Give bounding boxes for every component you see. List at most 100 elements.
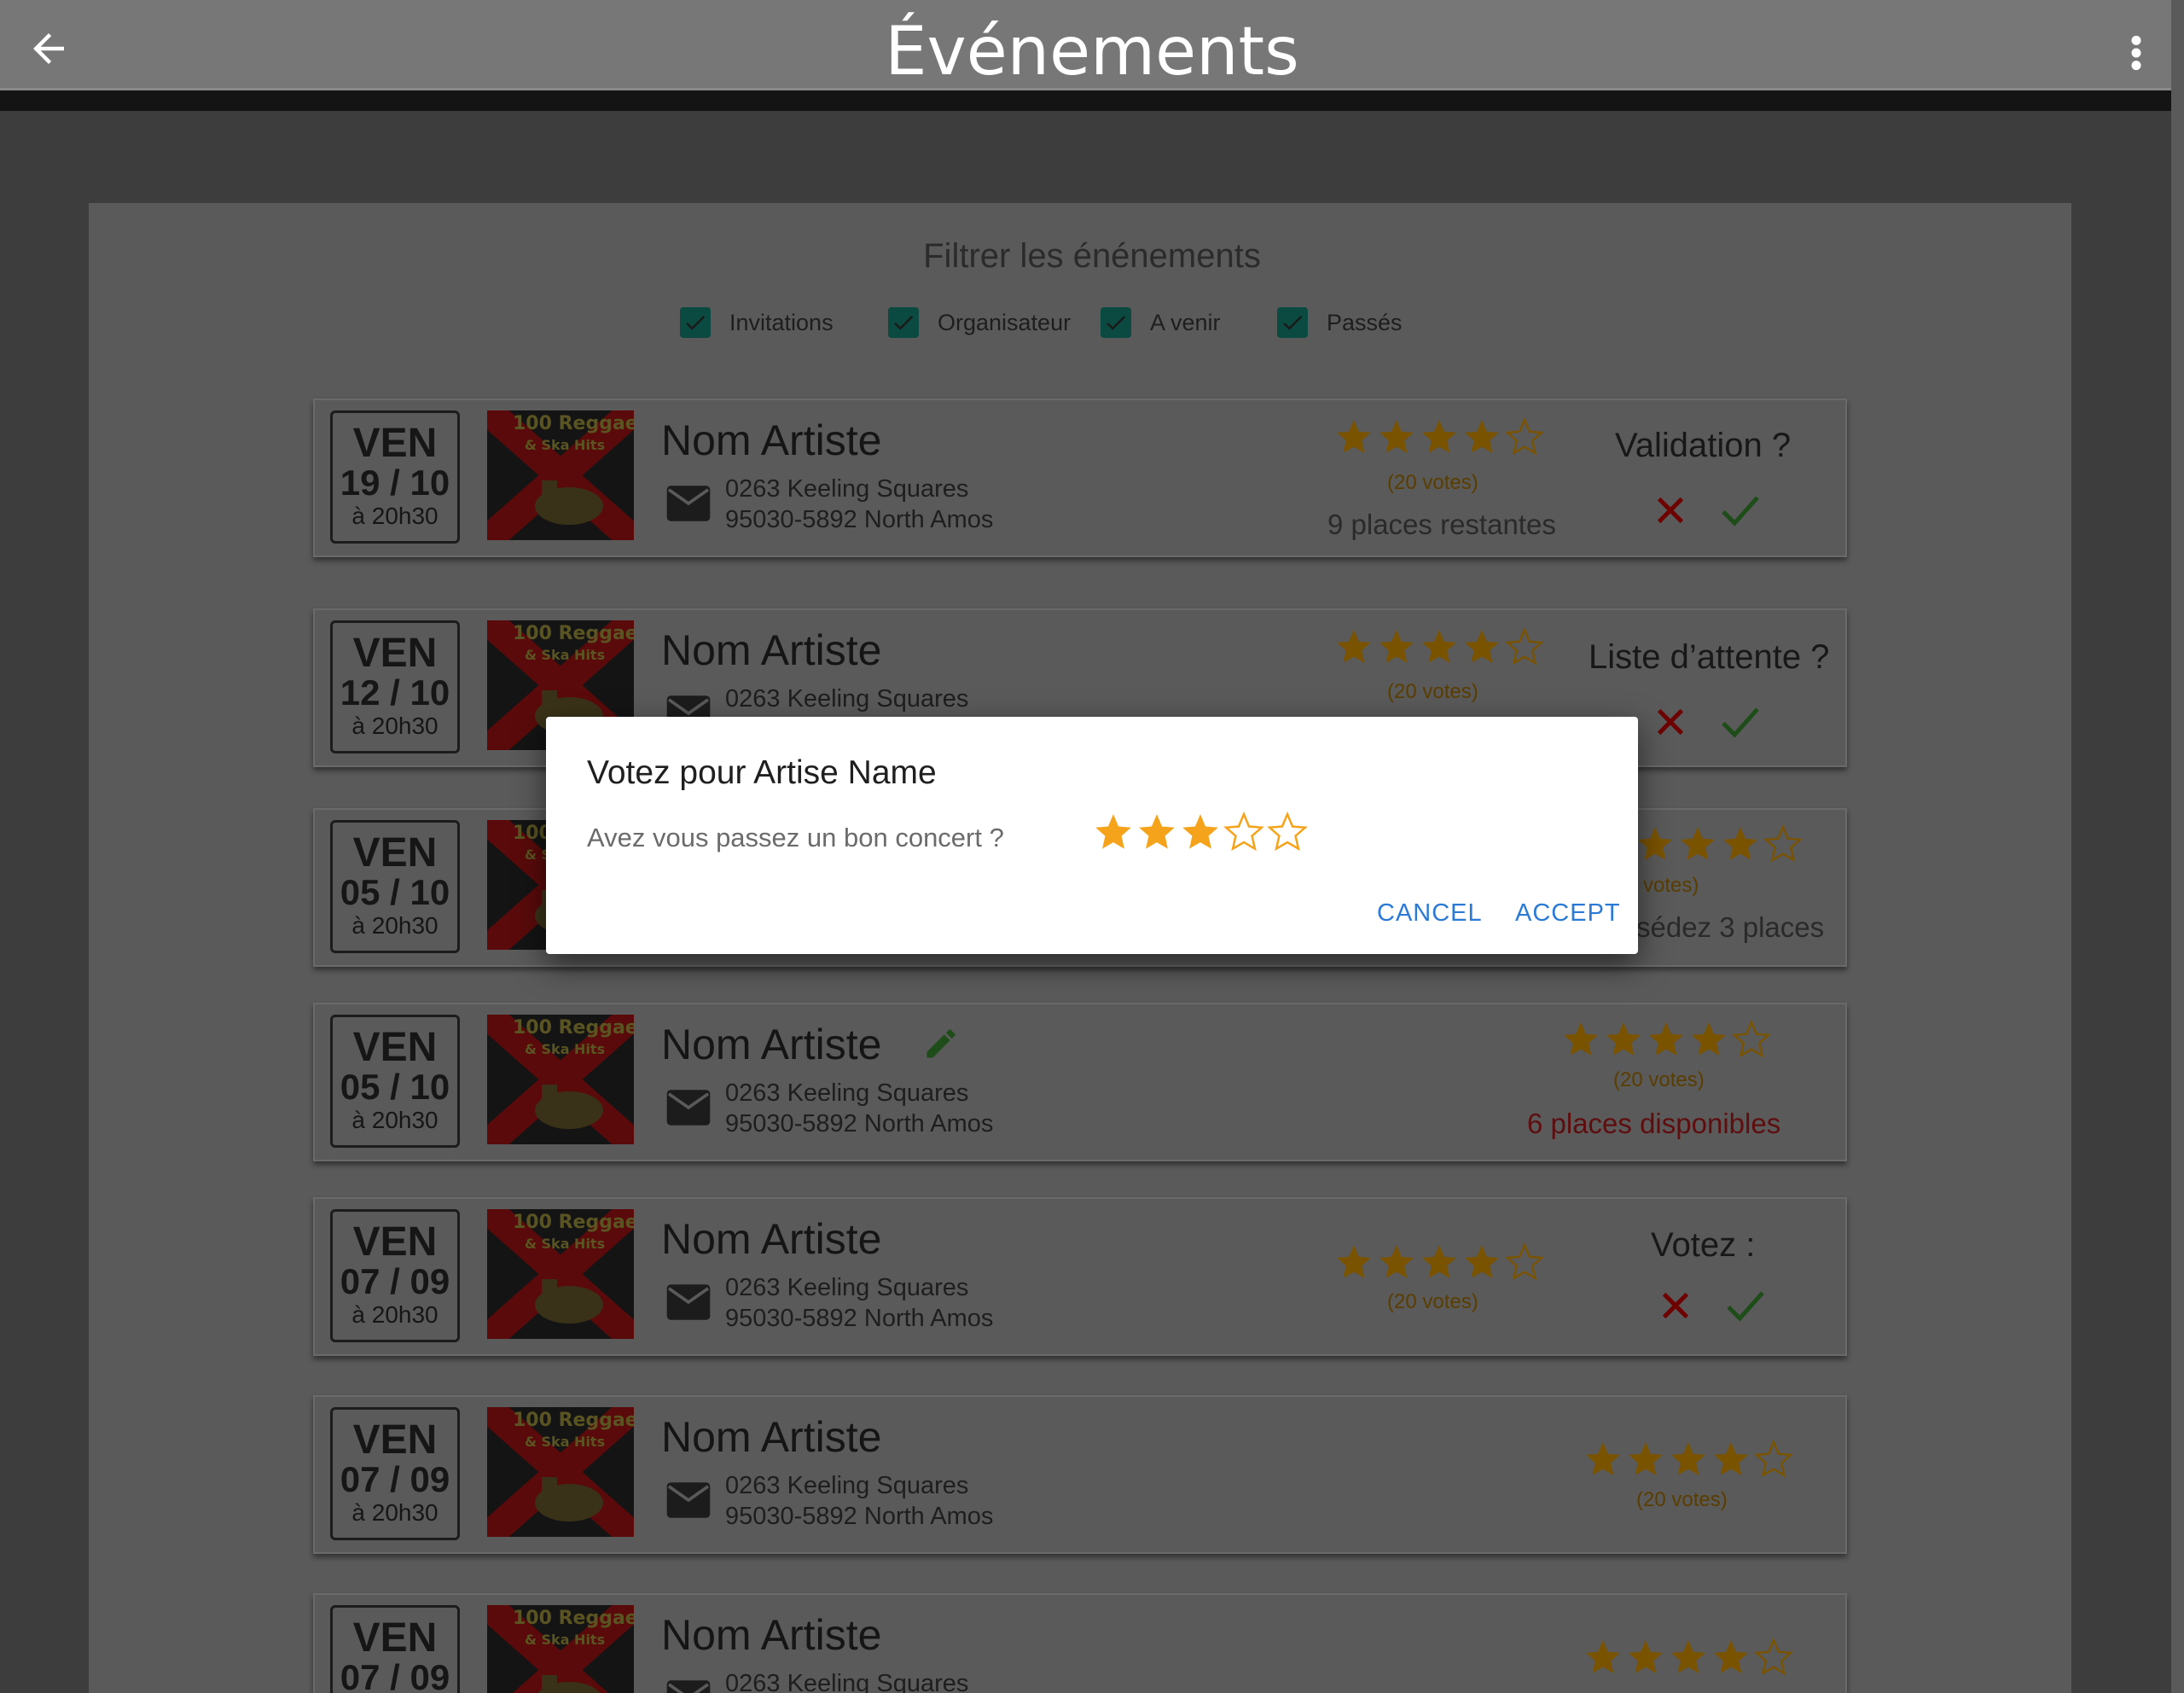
- star-outline-icon: [1505, 416, 1544, 456]
- places-status: 6 places disponibles: [1527, 1108, 1781, 1139]
- address-line1: 0263 Keeling Squares: [725, 1274, 969, 1301]
- event-address: 0263 Keeling Squares95030-5892 North Amo…: [725, 1470, 993, 1532]
- event-rating: [1333, 1242, 1547, 1286]
- vote-count: (20 votes): [1387, 471, 1478, 494]
- vote-count: (20 votes): [1387, 680, 1478, 703]
- reject-icon[interactable]: [1653, 705, 1687, 739]
- event-time: à 20h30: [351, 1499, 439, 1526]
- rating-star[interactable]: [1136, 811, 1179, 855]
- star-outline-icon: [1505, 1242, 1544, 1281]
- dialog-question: Avez vous passez un bon concert ?: [587, 823, 1004, 852]
- event-date: 07 / 09: [340, 1261, 450, 1301]
- edit-icon[interactable]: [922, 1025, 960, 1062]
- star-filled-icon: [1692, 1022, 1726, 1056]
- event-day: VEN: [352, 1219, 438, 1265]
- star-filled-icon: [1649, 1022, 1683, 1056]
- address-line1: 0263 Keeling Squares: [725, 1670, 969, 1693]
- filter-label: Invitations: [729, 309, 834, 335]
- date-badge: VEN 19 / 10 à 20h30: [330, 410, 460, 544]
- star-filled-icon: [1465, 630, 1499, 663]
- address-line2: 95030-5892 North Amos: [725, 506, 994, 533]
- event-date: 12 / 10: [340, 672, 450, 713]
- event-rating: [1333, 416, 1547, 461]
- filter-invitations[interactable]: Invitations: [680, 304, 834, 341]
- poster-title: 100 Reggae: [513, 1410, 634, 1431]
- checkbox-icon[interactable]: [680, 307, 711, 338]
- event-poster: 100 Reggae & Ska Hits: [487, 1209, 634, 1339]
- poster-title: 100 Reggae: [513, 1017, 634, 1038]
- checkbox-icon[interactable]: [888, 307, 919, 338]
- app-bar-shadow: [0, 90, 2171, 111]
- star-filled-icon: [1723, 827, 1757, 860]
- rating-star[interactable]: [1179, 811, 1223, 855]
- reject-icon[interactable]: [1658, 1289, 1693, 1323]
- places-status: 9 places restantes: [1327, 509, 1556, 540]
- star-filled-icon: [1139, 814, 1175, 849]
- event-card[interactable]: VEN07 / 09à 20h30 100 Reggae & Ska Hits Nom…: [313, 1197, 1847, 1356]
- event-address: 0263 Keeling Squares95030-5892 North Amo…: [725, 1668, 993, 1693]
- poster-subtitle: & Ska Hits: [525, 647, 605, 663]
- mail-icon: [666, 1090, 711, 1126]
- star-filled-icon: [1671, 1442, 1705, 1475]
- star-filled-icon: [1629, 1442, 1663, 1475]
- rating-star[interactable]: [1266, 811, 1310, 855]
- star-filled-icon: [1422, 1245, 1456, 1278]
- poster-title: 100 Reggae: [513, 1608, 634, 1629]
- rating-input[interactable]: [1092, 811, 1310, 855]
- poster-subtitle: & Ska Hits: [525, 437, 605, 453]
- poster-subtitle: & Ska Hits: [525, 1434, 605, 1450]
- event-time: à 20h30: [351, 713, 439, 739]
- event-time: à 20h30: [351, 1301, 439, 1328]
- checkbox-icon[interactable]: [1277, 307, 1308, 338]
- rating-star[interactable]: [1223, 811, 1266, 855]
- event-card[interactable]: VEN 19 / 10 à 20h30 100 Reggae & Ska Hits Nom…: [313, 399, 1847, 557]
- event-poster: 100 Reggae & Ska Hits: [487, 1407, 634, 1537]
- rating-star[interactable]: [1092, 811, 1136, 855]
- address-line1: 0263 Keeling Squares: [725, 685, 969, 713]
- artist-name: Nom Artiste: [661, 1021, 882, 1068]
- star-filled-icon: [1638, 827, 1672, 860]
- event-day: VEN: [352, 1025, 438, 1070]
- star-filled-icon: [1671, 1640, 1705, 1673]
- filter-passes[interactable]: Passés: [1277, 304, 1403, 341]
- accept-button[interactable]: ACCEPT: [1515, 899, 1621, 928]
- filter-a-venir[interactable]: A venir: [1101, 304, 1221, 341]
- star-filled-icon: [1586, 1640, 1620, 1673]
- filter-organisateur[interactable]: Organisateur: [888, 304, 1071, 341]
- event-date: 07 / 09: [340, 1657, 450, 1693]
- places-status: sédez 3 places: [1636, 911, 1825, 943]
- date-badge: VEN 12 / 10 à 20h30: [330, 620, 460, 753]
- star-filled-icon: [1380, 420, 1414, 453]
- date-badge: VEN07 / 09à 20h30: [330, 1209, 460, 1342]
- vote-count: (20 votes): [1613, 1068, 1705, 1091]
- poster-subtitle: & Ska Hits: [525, 1632, 605, 1648]
- poster-title: 100 Reggae: [513, 1212, 634, 1233]
- cancel-button[interactable]: CANCEL: [1377, 899, 1483, 928]
- checkbox-icon[interactable]: [1101, 307, 1131, 338]
- star-filled-icon: [1422, 630, 1456, 663]
- event-address: 0263 Keeling Squares95030-5892 North Amo…: [725, 1272, 993, 1334]
- confirm-icon[interactable]: [1720, 705, 1761, 739]
- address-line2: 95030-5892 North Amos: [725, 1503, 994, 1530]
- star-filled-icon: [1095, 814, 1131, 849]
- reject-icon[interactable]: [1653, 493, 1687, 527]
- mail-icon: [666, 1284, 711, 1320]
- mail-icon: [666, 486, 711, 521]
- vote-dialog: Votez pour Artise Name Avez vous passez …: [546, 717, 1638, 954]
- artist-name: Nom Artiste: [661, 416, 882, 464]
- more-vert-icon[interactable]: [2126, 34, 2146, 72]
- date-badge: VEN07 / 09à 20h30: [330, 1605, 460, 1693]
- poster-title: 100 Reggae: [513, 623, 634, 644]
- confirm-icon[interactable]: [1725, 1289, 1766, 1323]
- event-day: VEN: [352, 1615, 438, 1661]
- event-address: 0263 Keeling Squares95030-5892 North Amo…: [725, 474, 993, 535]
- event-date: 19 / 10: [340, 463, 450, 503]
- event-time: à 20h30: [351, 912, 439, 939]
- event-address: 0263 Keeling Squares95030-5892 North Amo…: [725, 1078, 993, 1139]
- event-day: VEN: [352, 421, 438, 466]
- confirm-icon[interactable]: [1720, 493, 1761, 527]
- star-filled-icon: [1629, 1640, 1663, 1673]
- date-badge: VEN07 / 09à 20h30: [330, 1407, 460, 1540]
- date-badge: VEN 05 / 10 à 20h30: [330, 820, 460, 953]
- star-outline-icon: [1732, 1019, 1771, 1058]
